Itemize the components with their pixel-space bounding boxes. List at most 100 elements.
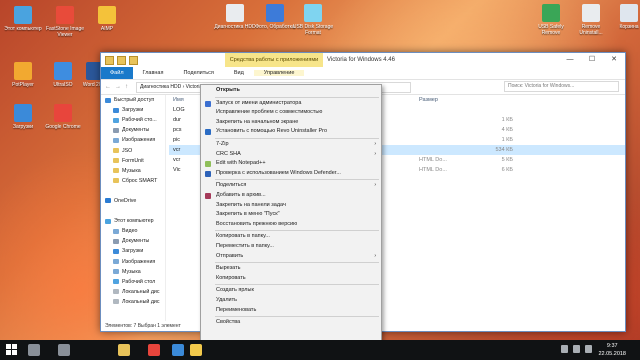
nav-pane-item[interactable]: Быстрый доступ xyxy=(101,95,165,105)
desktop-icon[interactable]: Google Chrome xyxy=(42,104,84,130)
nav-pane-item[interactable]: Локальный дис xyxy=(101,287,165,297)
nav-pane-item[interactable]: Загрузки xyxy=(101,105,165,115)
maximize-button[interactable]: ☐ xyxy=(581,53,603,67)
nav-pane-label: JSO xyxy=(122,147,133,154)
column-name-header[interactable]: Имя xyxy=(173,95,184,105)
menu-separator xyxy=(215,96,379,98)
context-menu-item[interactable]: Закрепить в меню "Пуск" xyxy=(201,210,381,220)
context-menu-item[interactable]: Переименовать xyxy=(201,306,381,316)
language-icon[interactable] xyxy=(585,345,592,353)
context-menu-item[interactable]: Удалить xyxy=(201,296,381,306)
context-menu-item[interactable]: Установить с помощью Revo Uninstaller Pr… xyxy=(201,127,381,137)
nav-pane-item[interactable]: Музыка xyxy=(101,166,165,176)
menu-item-label: Создать ярлык xyxy=(216,287,254,294)
nav-pane-item[interactable]: Видео xyxy=(101,226,165,236)
desktop-icon[interactable]: Этот компьютер xyxy=(2,6,44,32)
nav-pane-item[interactable]: OneDrive xyxy=(101,196,165,206)
context-menu-item[interactable]: Вырезать xyxy=(201,264,381,274)
context-menu-item[interactable]: 7-Zip › xyxy=(201,140,381,150)
nav-pane-item[interactable]: Рабочий сто... xyxy=(101,115,165,125)
desktop-icon[interactable]: USB Safely Remove xyxy=(530,4,572,36)
network-icon[interactable] xyxy=(561,345,568,353)
file-name: LOG xyxy=(173,107,185,113)
column-size-header[interactable]: Размер xyxy=(419,95,438,105)
context-menu-item[interactable]: Отправить › xyxy=(201,252,381,262)
forward-arrow-icon[interactable]: → xyxy=(115,84,121,90)
menu-separator xyxy=(215,284,379,286)
context-menu-item[interactable]: Edit with Notepad++ xyxy=(201,159,381,169)
volume-icon[interactable] xyxy=(573,345,580,353)
nav-pane-item[interactable]: Документы xyxy=(101,125,165,135)
context-menu-item[interactable]: Закрепить на начальном экране xyxy=(201,118,381,128)
task-view-icon[interactable] xyxy=(58,344,70,356)
search-input[interactable]: Поиск: Victoria for Windows... xyxy=(504,81,619,92)
desktop-icon[interactable]: Корзина xyxy=(608,4,640,30)
nav-pane-item[interactable]: Изображения xyxy=(101,257,165,267)
minimize-button[interactable]: — xyxy=(559,53,581,67)
nav-pane-item[interactable]: Музыка xyxy=(101,267,165,277)
desktop-icon[interactable]: USB Disk Storage Format xyxy=(292,4,334,36)
desktop-icon[interactable]: Диагностика HDD xyxy=(214,4,256,30)
context-menu-item[interactable]: Исправление проблем с совместимостью xyxy=(201,108,381,118)
context-menu-item[interactable]: Свойства xyxy=(201,318,381,328)
close-button[interactable]: ✕ xyxy=(603,53,625,67)
desktop-app-icon xyxy=(542,4,560,22)
windows-logo-icon[interactable] xyxy=(6,344,18,356)
file-type: HTML Do... xyxy=(419,157,447,163)
desktop-icon[interactable]: AIMP xyxy=(86,6,128,32)
start-button-glyph xyxy=(6,344,17,355)
desktop-app-icon xyxy=(14,62,32,80)
folder-icon xyxy=(105,198,111,204)
desktop-icon[interactable]: Remove Uninstall... xyxy=(570,4,612,36)
up-arrow-icon[interactable]: ↑ xyxy=(125,84,128,90)
store-taskbar-icon[interactable] xyxy=(172,344,184,356)
desktop-app-icon xyxy=(14,104,32,122)
file-explorer-active-icon[interactable] xyxy=(190,344,202,356)
clock[interactable]: 9:37 22.05.2018 xyxy=(598,342,626,358)
desktop-app-icon xyxy=(304,4,322,22)
context-menu-item[interactable]: Закрепить на панели задач xyxy=(201,201,381,211)
desktop-icon-label: Remove Uninstall... xyxy=(579,24,603,36)
nav-pane-item[interactable]: Документы xyxy=(101,236,165,246)
desktop-icon[interactable]: FastStone Image Viewer xyxy=(44,6,86,38)
context-menu-item[interactable]: Восстановить прежнюю версию xyxy=(201,220,381,230)
nav-pane-item[interactable]: FormUnit xyxy=(101,156,165,166)
tab-file[interactable]: Файл xyxy=(101,67,133,79)
new-folder-icon[interactable] xyxy=(129,55,138,65)
tab-home[interactable]: Главная xyxy=(133,70,174,76)
context-menu-item[interactable]: Создать ярлык xyxy=(201,286,381,296)
context-menu-item[interactable]: Открыть xyxy=(201,86,381,96)
nav-pane-label: Загрузки xyxy=(122,248,144,255)
properties-icon[interactable] xyxy=(117,55,126,65)
context-menu-item[interactable]: Запуск от имени администратора xyxy=(201,99,381,109)
tab-manage[interactable]: Управление xyxy=(253,70,305,76)
nav-pane-item[interactable]: Рабочий стол xyxy=(101,277,165,287)
file-size: 5 КБ xyxy=(501,157,513,163)
tab-share[interactable]: Поделиться xyxy=(173,70,223,76)
context-menu-item[interactable]: CRC SHA › xyxy=(201,150,381,160)
context-menu-item[interactable]: Добавить в архив... xyxy=(201,191,381,201)
back-arrow-icon[interactable]: ← xyxy=(105,84,111,90)
nav-pane-item[interactable]: JSO xyxy=(101,145,165,155)
tab-view[interactable]: Вид xyxy=(224,70,254,76)
context-menu-item[interactable]: Копировать в папку... xyxy=(201,232,381,242)
context-menu-item[interactable]: Копировать xyxy=(201,274,381,284)
nav-pane-item[interactable]: Локальный дис xyxy=(101,297,165,307)
nav-pane-item[interactable]: Сброс SMART xyxy=(101,176,165,186)
folder-icon xyxy=(105,218,111,224)
nav-pane-item[interactable]: Изображения xyxy=(101,135,165,145)
context-menu-item[interactable]: Поделиться › xyxy=(201,181,381,191)
folder-icon xyxy=(113,178,119,184)
desktop-icon[interactable]: PotPlayer xyxy=(2,62,44,88)
desktop-icon[interactable]: Загрузки xyxy=(2,104,44,130)
context-menu-item[interactable]: Переместить в папку... xyxy=(201,242,381,252)
search-icon[interactable] xyxy=(28,344,40,356)
context-menu-item[interactable]: Проверка с использованием Windows Defend… xyxy=(201,169,381,179)
nav-pane-item[interactable]: Загрузки xyxy=(101,246,165,256)
folder-icon[interactable] xyxy=(105,55,114,65)
chrome-taskbar-icon[interactable] xyxy=(148,344,160,356)
desktop-icon[interactable]: Фото, Обработка xyxy=(254,4,296,30)
explorer-taskbar-icon[interactable] xyxy=(118,344,130,356)
desktop-icon-label: Диагностика HDD xyxy=(214,24,256,30)
nav-pane-item[interactable]: Этот компьютер xyxy=(101,216,165,226)
